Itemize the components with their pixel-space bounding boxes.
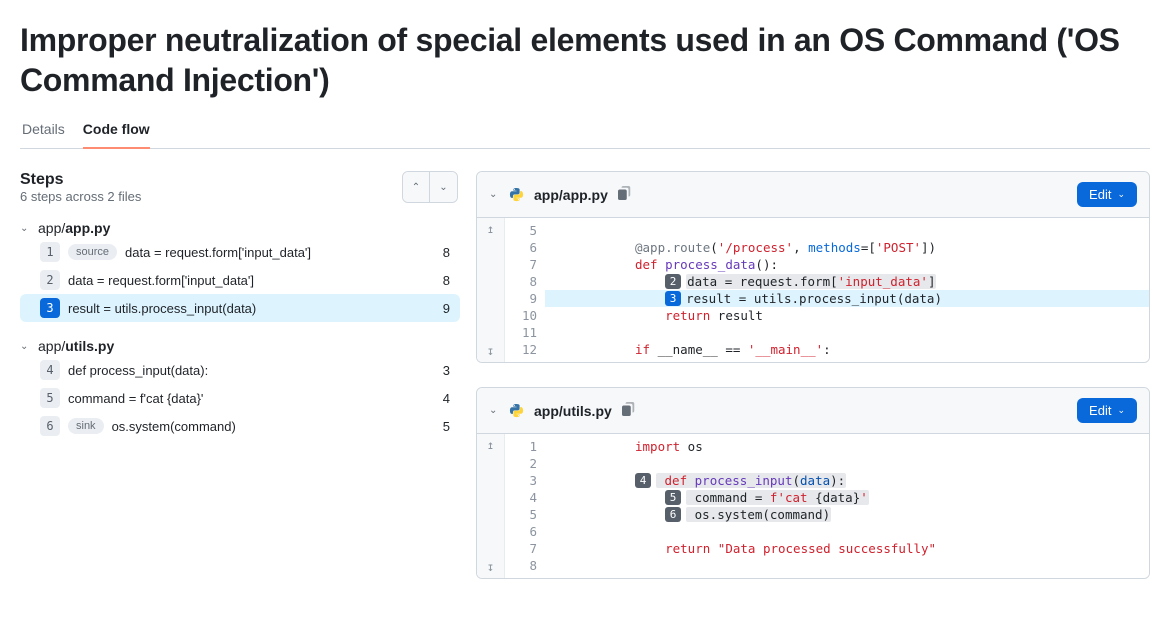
- expand-gutter[interactable]: ↥ ↧: [477, 434, 505, 578]
- chevron-down-icon: ⌄: [439, 182, 447, 193]
- file-group-header[interactable]: ⌄ app/app.py: [20, 218, 460, 238]
- code-line[interactable]: [545, 557, 1149, 574]
- step-prev-button[interactable]: ⌃: [403, 172, 430, 202]
- code-line[interactable]: if __name__ == '__main__':: [545, 341, 1149, 358]
- code-line[interactable]: return result: [545, 307, 1149, 324]
- chevron-down-icon: ⌄: [20, 341, 30, 352]
- line-numbers: 12345678: [505, 434, 545, 578]
- expand-down-icon[interactable]: ↧: [487, 344, 494, 358]
- tab-bar: Details Code flow: [20, 114, 1150, 149]
- code-line[interactable]: def process_data():: [545, 256, 1149, 273]
- code-line[interactable]: 2data = request.form['input_data']: [545, 273, 1149, 290]
- copy-icon[interactable]: [622, 402, 636, 419]
- code-line[interactable]: @app.route('/process', methods=['POST']): [545, 239, 1149, 256]
- chevron-down-icon[interactable]: ⌄: [489, 189, 499, 200]
- step-text: os.system(command): [112, 419, 435, 434]
- code-line[interactable]: 6 os.system(command): [545, 506, 1149, 523]
- code-line[interactable]: [545, 455, 1149, 472]
- edit-button[interactable]: Edit ⌄: [1077, 398, 1137, 423]
- step-number: 2: [40, 270, 60, 290]
- step-row[interactable]: 6 sink os.system(command) 5: [20, 412, 460, 440]
- expand-up-icon[interactable]: ↥: [487, 222, 494, 236]
- chevron-up-icon: ⌃: [412, 182, 420, 193]
- step-row[interactable]: 3 result = utils.process_input(data) 9: [20, 294, 460, 322]
- code-body: @app.route('/process', methods=['POST'])…: [545, 218, 1149, 362]
- step-line: 5: [443, 419, 450, 434]
- step-number: 5: [40, 388, 60, 408]
- step-next-button[interactable]: ⌄: [430, 172, 457, 202]
- code-line[interactable]: [545, 222, 1149, 239]
- step-number: 3: [40, 298, 60, 318]
- panel-header: ⌄ app/app.py Edit ⌄: [477, 172, 1149, 218]
- step-line: 9: [443, 301, 450, 316]
- code-body: import os 4 def process_input(data): 5 co…: [545, 434, 1149, 578]
- step-row[interactable]: 2 data = request.form['input_data'] 8: [20, 266, 460, 294]
- step-text: data = request.form['input_data']: [68, 273, 435, 288]
- code-line[interactable]: 5 command = f'cat {data}': [545, 489, 1149, 506]
- expand-down-icon[interactable]: ↧: [487, 560, 494, 574]
- step-line: 4: [443, 391, 450, 406]
- steps-sidebar: Steps 6 steps across 2 files ⌃ ⌄ ⌄ app/a…: [20, 171, 460, 579]
- code-line[interactable]: [545, 523, 1149, 540]
- code-line[interactable]: import os: [545, 438, 1149, 455]
- step-line: 8: [443, 273, 450, 288]
- step-tag: sink: [68, 418, 104, 434]
- step-row[interactable]: 4 def process_input(data): 3: [20, 356, 460, 384]
- file-group-header[interactable]: ⌄ app/utils.py: [20, 336, 460, 356]
- chevron-down-icon[interactable]: ⌄: [489, 405, 499, 416]
- code-panel: ⌄ app/app.py Edit ⌄ ↥ ↧ 56789101112 @app…: [476, 171, 1150, 363]
- file-path: app/app.py: [38, 220, 110, 236]
- chevron-down-icon: ⌄: [1117, 189, 1125, 200]
- panel-file-name[interactable]: app/utils.py: [534, 403, 612, 419]
- edit-label: Edit: [1089, 187, 1111, 202]
- steps-subtitle: 6 steps across 2 files: [20, 189, 141, 204]
- code-line[interactable]: 3result = utils.process_input(data): [545, 290, 1149, 307]
- chevron-down-icon: ⌄: [1117, 405, 1125, 416]
- edit-button[interactable]: Edit ⌄: [1077, 182, 1137, 207]
- code-line[interactable]: [545, 324, 1149, 341]
- python-icon: [509, 187, 524, 202]
- panel-header: ⌄ app/utils.py Edit ⌄: [477, 388, 1149, 434]
- step-text: def process_input(data):: [68, 363, 435, 378]
- code-panel: ⌄ app/utils.py Edit ⌄ ↥ ↧ 12345678 impor…: [476, 387, 1150, 579]
- line-numbers: 56789101112: [505, 218, 545, 362]
- step-number: 6: [40, 416, 60, 436]
- step-tag: source: [68, 244, 117, 260]
- step-row[interactable]: 5 command = f'cat {data}' 4: [20, 384, 460, 412]
- chevron-down-icon: ⌄: [20, 223, 30, 234]
- step-line: 8: [443, 245, 450, 260]
- expand-gutter[interactable]: ↥ ↧: [477, 218, 505, 362]
- step-line: 3: [443, 363, 450, 378]
- steps-title: Steps: [20, 171, 141, 189]
- step-text: command = f'cat {data}': [68, 391, 435, 406]
- step-number: 1: [40, 242, 60, 262]
- step-text: result = utils.process_input(data): [68, 301, 435, 316]
- step-nav: ⌃ ⌄: [402, 171, 458, 203]
- tab-code-flow[interactable]: Code flow: [83, 115, 150, 149]
- copy-icon[interactable]: [618, 186, 632, 203]
- step-text: data = request.form['input_data']: [125, 245, 435, 260]
- step-number: 4: [40, 360, 60, 380]
- code-line[interactable]: 4 def process_input(data):: [545, 472, 1149, 489]
- code-line[interactable]: return "Data processed successfully": [545, 540, 1149, 557]
- step-row[interactable]: 1 source data = request.form['input_data…: [20, 238, 460, 266]
- page-title: Improper neutralization of special eleme…: [20, 20, 1150, 100]
- expand-up-icon[interactable]: ↥: [487, 438, 494, 452]
- tab-details[interactable]: Details: [22, 115, 65, 149]
- file-path: app/utils.py: [38, 338, 114, 354]
- python-icon: [509, 403, 524, 418]
- edit-label: Edit: [1089, 403, 1111, 418]
- panel-file-name[interactable]: app/app.py: [534, 187, 608, 203]
